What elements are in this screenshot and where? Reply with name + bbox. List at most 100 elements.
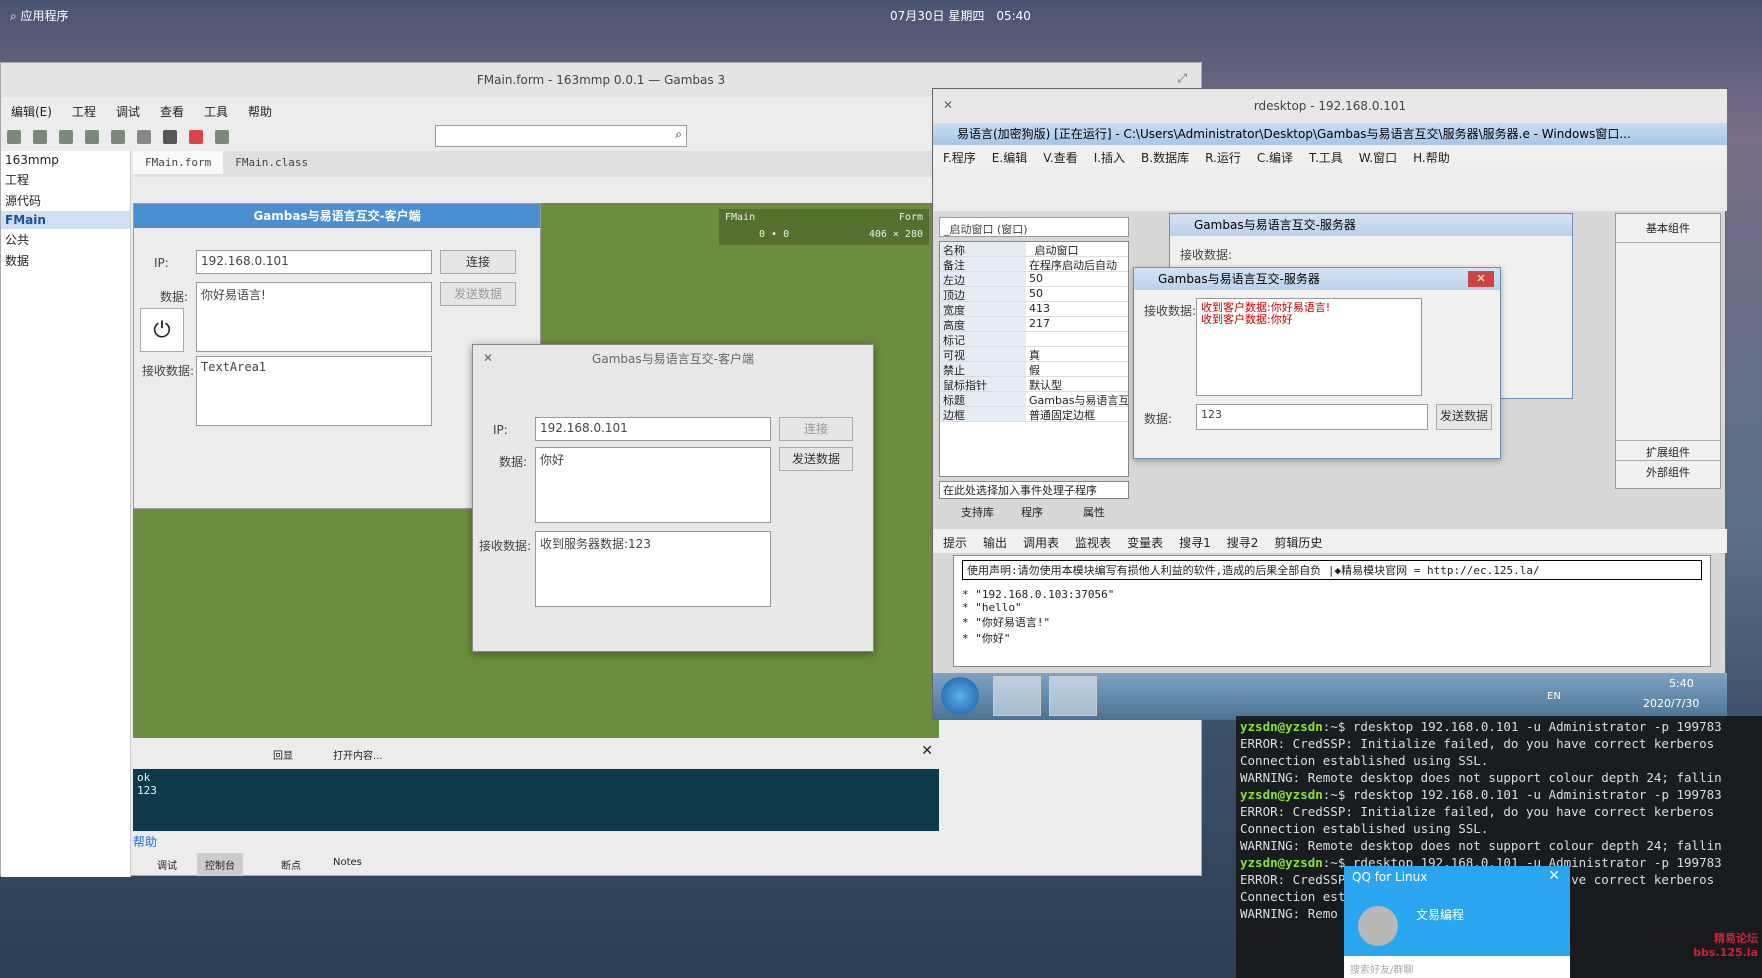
prop-row[interactable]: 顶边 50	[940, 287, 1128, 302]
contact-name[interactable]: 文易编程	[1416, 906, 1464, 923]
tab-clip-history[interactable]: 剪辑历史	[1274, 534, 1322, 551]
avatar[interactable]	[1358, 906, 1398, 946]
tab-external-components[interactable]: 外部组件	[1616, 460, 1720, 483]
prop-row[interactable]: 左边 50	[940, 272, 1128, 287]
tray-date[interactable]: 2020/7/30	[1643, 697, 1699, 710]
event-hint[interactable]: 在此处选择加入事件处理子程序	[939, 481, 1129, 499]
tree-item[interactable]: 公共	[1, 229, 130, 250]
tab-notes[interactable]: Notes	[333, 857, 362, 868]
settings-icon[interactable]	[85, 130, 99, 144]
prop-row[interactable]: 宽度 413	[940, 302, 1128, 317]
maximize-icon[interactable]: ⤢	[1177, 71, 1187, 86]
step-icon[interactable]	[111, 130, 125, 144]
save-all-icon[interactable]	[33, 130, 47, 144]
menu-item[interactable]: T.工具	[1309, 149, 1343, 166]
object-combo[interactable]: _启动窗口 (窗口)	[939, 217, 1129, 237]
tab-console[interactable]: 控制台	[197, 853, 243, 876]
console-output[interactable]: ok 123	[133, 769, 939, 831]
output-pane[interactable]: 使用声明:请勿使用本模块编写有损他人利益的软件,造成的后果全部自负 |◆精易模块…	[953, 555, 1711, 667]
menu-item[interactable]: W.窗口	[1359, 149, 1397, 166]
close-icon[interactable]: ✕	[943, 98, 953, 112]
tree-item[interactable]: 源代码	[1, 190, 130, 211]
tab-hint[interactable]: 提示	[943, 534, 967, 551]
tree-item[interactable]: 163mmp	[1, 151, 130, 169]
ip-field[interactable]: 192.168.0.101	[535, 417, 771, 441]
send-button[interactable]: 发送数据	[779, 447, 853, 471]
prop-row[interactable]: 备注 在程序启动后自动	[940, 257, 1128, 272]
tree-item[interactable]: 工程	[1, 169, 130, 190]
recv-field[interactable]: 收到服务器数据:123	[535, 531, 771, 607]
input-language[interactable]: EN	[1547, 691, 1561, 702]
tab-search1[interactable]: 搜寻1	[1179, 534, 1211, 551]
tab-breakpoints[interactable]: 断点	[281, 857, 301, 872]
tab-libs[interactable]: 支持库	[961, 504, 994, 520]
close-icon[interactable]: ✕	[1468, 271, 1494, 287]
stop-icon[interactable]	[189, 130, 203, 144]
tray-time[interactable]: 5:40	[1669, 677, 1694, 690]
menu-project[interactable]: 工程	[72, 103, 96, 120]
toolbar-search-input[interactable]: ⌕	[435, 125, 687, 147]
connect-button[interactable]: 连接	[440, 250, 516, 274]
tab-program[interactable]: 程序	[1021, 504, 1043, 520]
prop-row[interactable]: 禁止假	[940, 362, 1128, 377]
menu-item[interactable]: H.帮助	[1413, 149, 1450, 166]
tab-callstack[interactable]: 调用表	[1023, 534, 1059, 551]
echo-button[interactable]: 回显	[273, 747, 293, 762]
data-field[interactable]: 你好易语言!	[196, 282, 432, 352]
close-icon[interactable]: ✕	[1548, 868, 1560, 884]
recv-field[interactable]: TextArea1	[196, 356, 432, 426]
menu-tools[interactable]: 工具	[204, 103, 228, 120]
tab-output[interactable]: 输出	[983, 534, 1007, 551]
pause-icon[interactable]	[163, 130, 177, 144]
start-button[interactable]	[941, 677, 979, 715]
close-icon[interactable]: ✕	[921, 743, 933, 759]
edit-icon[interactable]	[59, 130, 73, 144]
tab-watch[interactable]: 监视表	[1075, 534, 1111, 551]
tree-item-selected[interactable]: FMain	[1, 211, 130, 229]
qq-search-input[interactable]: 搜索好友/群聊	[1344, 956, 1570, 978]
tree-item[interactable]: 数据	[1, 250, 130, 271]
prop-row[interactable]: 边框 普通固定边框	[940, 407, 1128, 422]
prop-row[interactable]: 高度 217	[940, 317, 1128, 332]
menu-item[interactable]: C.编译	[1257, 149, 1293, 166]
tab-fmain-class[interactable]: FMain.class	[223, 151, 320, 174]
tab-properties[interactable]: 属性	[1083, 504, 1105, 520]
tab-basic-components[interactable]: 基本组件	[1616, 214, 1720, 243]
prop-row[interactable]: 可视真	[940, 347, 1128, 362]
forward-icon[interactable]	[215, 130, 229, 144]
tab-debug[interactable]: 调试	[157, 857, 177, 872]
menu-view[interactable]: 查看	[160, 103, 184, 120]
data-field[interactable]: 你好	[535, 447, 771, 523]
menu-item[interactable]: V.查看	[1043, 149, 1077, 166]
prop-row[interactable]: 标记	[940, 332, 1128, 347]
menu-item[interactable]: I.插入	[1094, 149, 1125, 166]
send-button[interactable]: 发送数据	[1436, 404, 1492, 430]
tab-variables[interactable]: 变量表	[1127, 534, 1163, 551]
help-label[interactable]: 帮助	[133, 833, 157, 850]
tab-search2[interactable]: 搜寻2	[1227, 534, 1259, 551]
save-icon[interactable]	[7, 130, 21, 144]
menu-edit[interactable]: 编辑(E)	[11, 103, 52, 120]
prop-row[interactable]: 名称 _启动窗口	[940, 242, 1128, 257]
connect-button[interactable]: 连接	[779, 417, 853, 441]
menu-item[interactable]: R.运行	[1205, 149, 1241, 166]
play-icon[interactable]	[137, 130, 151, 144]
menu-item[interactable]: B.数据库	[1141, 149, 1189, 166]
clock[interactable]: 07月30日 星期四 05:40	[890, 7, 1031, 24]
menu-item[interactable]: F.程序	[943, 149, 976, 166]
prop-row[interactable]: 鼠标指针 默认型	[940, 377, 1128, 392]
taskbar-app-icon[interactable]	[1049, 676, 1097, 716]
data-field[interactable]: 123	[1196, 404, 1428, 430]
taskbar-app-icon[interactable]	[993, 676, 1041, 716]
recv-area[interactable]: 收到客户数据:你好易语言! 收到客户数据:你好	[1196, 298, 1422, 396]
menu-item[interactable]: E.编辑	[992, 149, 1027, 166]
menu-help[interactable]: 帮助	[248, 103, 272, 120]
ip-field[interactable]: 192.168.0.101	[196, 250, 432, 274]
tab-fmain-form[interactable]: FMain.form	[133, 151, 224, 174]
send-button[interactable]: 发送数据	[440, 282, 516, 306]
applications-menu[interactable]: ⌕ 应用程序	[10, 7, 69, 24]
prop-row[interactable]: 标题 Gambas与易语言互	[940, 392, 1128, 407]
prompt: yzsdn@yzsdn	[1240, 787, 1323, 802]
open-content-button[interactable]: 打开内容...	[333, 747, 383, 762]
menu-debug[interactable]: 调试	[116, 103, 140, 120]
